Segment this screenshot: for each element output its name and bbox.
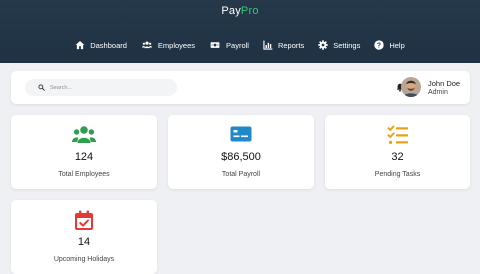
stat-value: 32 (391, 151, 404, 163)
credit-card-icon (230, 126, 252, 142)
help-icon: ? (374, 40, 385, 50)
stat-card-total-payroll: $86,500 Total Payroll (168, 115, 314, 189)
stat-value: 14 (77, 236, 91, 248)
nav-item-label: Employees (157, 40, 196, 50)
brand-name-part1: Pay (221, 5, 241, 17)
stat-value: $86,500 (221, 151, 261, 163)
main-nav: Dashboard Employees Payroll Reports Sett… (0, 40, 480, 50)
top-navbar: PayPro Dashboard Employees Payroll Repor… (0, 0, 480, 63)
search-box (25, 79, 177, 96)
avatar[interactable] (401, 77, 421, 97)
chart-icon (263, 40, 273, 50)
nav-item-dashboard[interactable]: Dashboard (75, 40, 127, 50)
task-list-icon (387, 125, 408, 144)
stat-label: Pending Tasks (374, 171, 421, 178)
users-icon (72, 126, 96, 143)
nav-item-settings[interactable]: Settings (318, 40, 360, 50)
user-role: Admin (428, 89, 448, 96)
stat-card-total-employees: 124 Total Employees (11, 115, 157, 189)
nav-item-label: Help (389, 40, 405, 50)
avatar-image (401, 77, 421, 97)
svg-text:?: ? (377, 43, 381, 50)
nav-item-payroll[interactable]: Payroll (209, 40, 249, 50)
nav-item-help[interactable]: ? Help (374, 40, 405, 50)
nav-item-label: Reports (277, 40, 305, 50)
nav-item-label: Settings (333, 40, 361, 50)
stat-card-pending-tasks: 32 Pending Tasks (325, 115, 470, 189)
nav-item-reports[interactable]: Reports (263, 40, 304, 50)
nav-item-label: Payroll (226, 40, 249, 50)
nav-item-employees[interactable]: Employees (141, 40, 195, 50)
stat-label: Total Employees (58, 171, 110, 178)
user-name: John Doe (428, 79, 461, 88)
brand-logo[interactable]: PayPro (0, 5, 480, 17)
calendar-check-icon (75, 210, 93, 230)
money-icon (210, 42, 220, 48)
home-icon (75, 40, 85, 50)
nav-item-label: Dashboard (90, 40, 127, 50)
users-icon (141, 41, 152, 49)
stat-value: 124 (74, 151, 94, 163)
search-input[interactable] (50, 84, 170, 91)
stat-card-upcoming-holidays: 14 Upcoming Holidays (11, 200, 157, 274)
stat-label: Total Payroll (221, 171, 261, 178)
gear-icon (318, 40, 328, 50)
search-icon (38, 84, 45, 91)
stat-label: Upcoming Holidays (53, 256, 115, 263)
brand-name-part2: Pro (240, 5, 259, 17)
